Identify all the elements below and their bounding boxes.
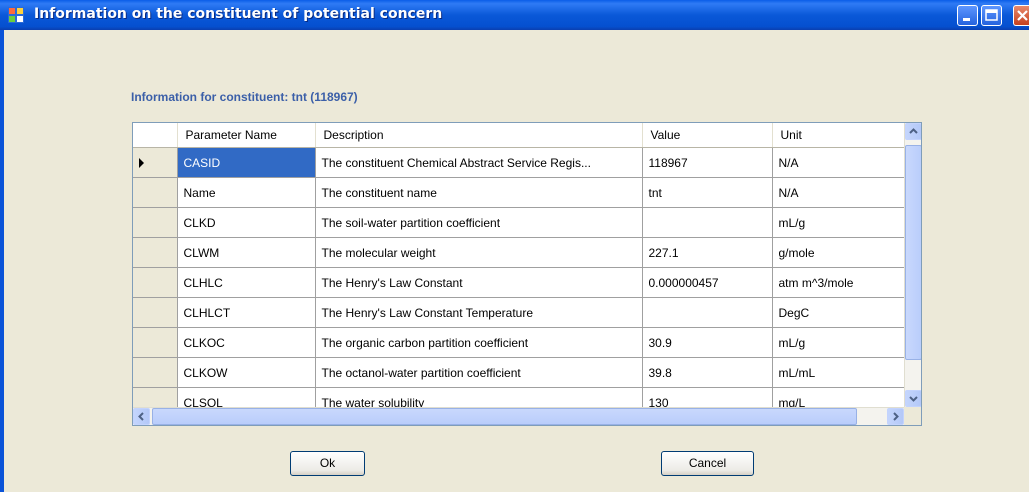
cell-value[interactable]: 0.000000457 [642,267,773,298]
constituent-info-label: Information for constituent: tnt (118967… [131,90,358,104]
cell-value[interactable]: 39.8 [642,357,773,388]
title-bar[interactable]: Information on the constituent of potent… [0,0,1029,30]
minimize-icon [963,18,970,21]
table-row[interactable]: CLHLCT The Henry's Law Constant Temperat… [133,297,905,328]
scroll-up-button[interactable] [905,123,921,140]
cell-value[interactable]: 30.9 [642,327,773,358]
cell-unit[interactable]: N/A [772,177,905,208]
cell-value[interactable] [642,297,773,328]
cell-parameter-name[interactable]: CLWM [177,237,316,268]
chevron-left-icon [138,412,144,421]
scrollbar-corner [904,407,921,425]
current-row-arrow-icon [139,158,144,168]
row-selector[interactable] [133,327,178,358]
cancel-button[interactable]: Cancel [661,451,754,476]
row-selector[interactable] [133,297,178,328]
scroll-down-button[interactable] [905,390,921,407]
cell-description[interactable]: The organic carbon partition coefficient [315,327,643,358]
chevron-up-icon [909,128,918,134]
column-header-value[interactable]: Value [642,123,773,148]
table-row[interactable]: CASID The constituent Chemical Abstract … [133,147,905,178]
horizontal-scrollbar[interactable] [133,407,904,425]
cell-parameter-name[interactable]: CLHLCT [177,297,316,328]
scroll-left-button[interactable] [133,408,150,425]
parameter-table: Parameter Name Description Value Unit CA… [133,123,905,418]
maximize-button[interactable] [981,5,1002,26]
cell-value[interactable] [642,207,773,238]
table-row[interactable]: CLKOC The organic carbon partition coeff… [133,327,905,358]
column-header-description[interactable]: Description [315,123,643,148]
parameter-grid[interactable]: Parameter Name Description Value Unit CA… [132,122,922,426]
table-row[interactable]: CLHLC The Henry's Law Constant 0.0000004… [133,267,905,298]
cell-description[interactable]: The constituent Chemical Abstract Servic… [315,147,643,178]
maximize-icon [985,9,998,21]
column-header-parameter-name[interactable]: Parameter Name [177,123,316,148]
cell-unit[interactable]: mL/mL [772,357,905,388]
row-selector[interactable] [133,237,178,268]
row-selector[interactable] [133,357,178,388]
cell-parameter-name[interactable]: CASID [177,147,316,178]
row-selector[interactable] [133,267,178,298]
row-selector[interactable] [133,207,178,238]
vertical-scroll-thumb[interactable] [905,145,921,360]
cell-value[interactable]: 227.1 [642,237,773,268]
cell-parameter-name[interactable]: CLKD [177,207,316,238]
cell-parameter-name[interactable]: Name [177,177,316,208]
scroll-right-button[interactable] [887,408,904,425]
chevron-right-icon [893,412,899,421]
cell-description[interactable]: The molecular weight [315,237,643,268]
table-row[interactable]: CLWM The molecular weight 227.1 g/mole [133,237,905,268]
vertical-scrollbar[interactable] [904,123,921,407]
cell-description[interactable]: The Henry's Law Constant [315,267,643,298]
chevron-down-icon [909,396,918,402]
close-icon [1017,10,1028,21]
cell-parameter-name[interactable]: CLKOW [177,357,316,388]
cell-value[interactable]: 118967 [642,147,773,178]
table-row[interactable]: Name The constituent name tnt N/A [133,177,905,208]
table-row[interactable]: CLKD The soil-water partition coefficien… [133,207,905,238]
cell-unit[interactable]: mL/g [772,327,905,358]
minimize-button[interactable] [957,5,978,26]
close-button[interactable] [1013,5,1029,26]
window-title: Information on the constituent of potent… [34,6,443,22]
app-icon [8,7,24,23]
cell-unit[interactable]: atm m^3/mole [772,267,905,298]
cell-unit[interactable]: DegC [772,297,905,328]
cell-unit[interactable]: N/A [772,147,905,178]
row-header-corner [133,123,178,148]
cell-description[interactable]: The octanol-water partition coefficient [315,357,643,388]
cell-description[interactable]: The constituent name [315,177,643,208]
cell-unit[interactable]: mL/g [772,207,905,238]
cell-value[interactable]: tnt [642,177,773,208]
table-row[interactable]: CLKOW The octanol-water partition coeffi… [133,357,905,388]
cell-parameter-name[interactable]: CLHLC [177,267,316,298]
row-selector[interactable] [133,177,178,208]
cell-unit[interactable]: g/mole [772,237,905,268]
cell-parameter-name[interactable]: CLKOC [177,327,316,358]
ok-button[interactable]: Ok [290,451,365,476]
horizontal-scroll-thumb[interactable] [152,408,857,425]
cell-description[interactable]: The Henry's Law Constant Temperature [315,297,643,328]
column-header-unit[interactable]: Unit [772,123,905,148]
row-selector[interactable] [133,147,178,178]
cell-description[interactable]: The soil-water partition coefficient [315,207,643,238]
grid-header-row: Parameter Name Description Value Unit [133,123,905,148]
